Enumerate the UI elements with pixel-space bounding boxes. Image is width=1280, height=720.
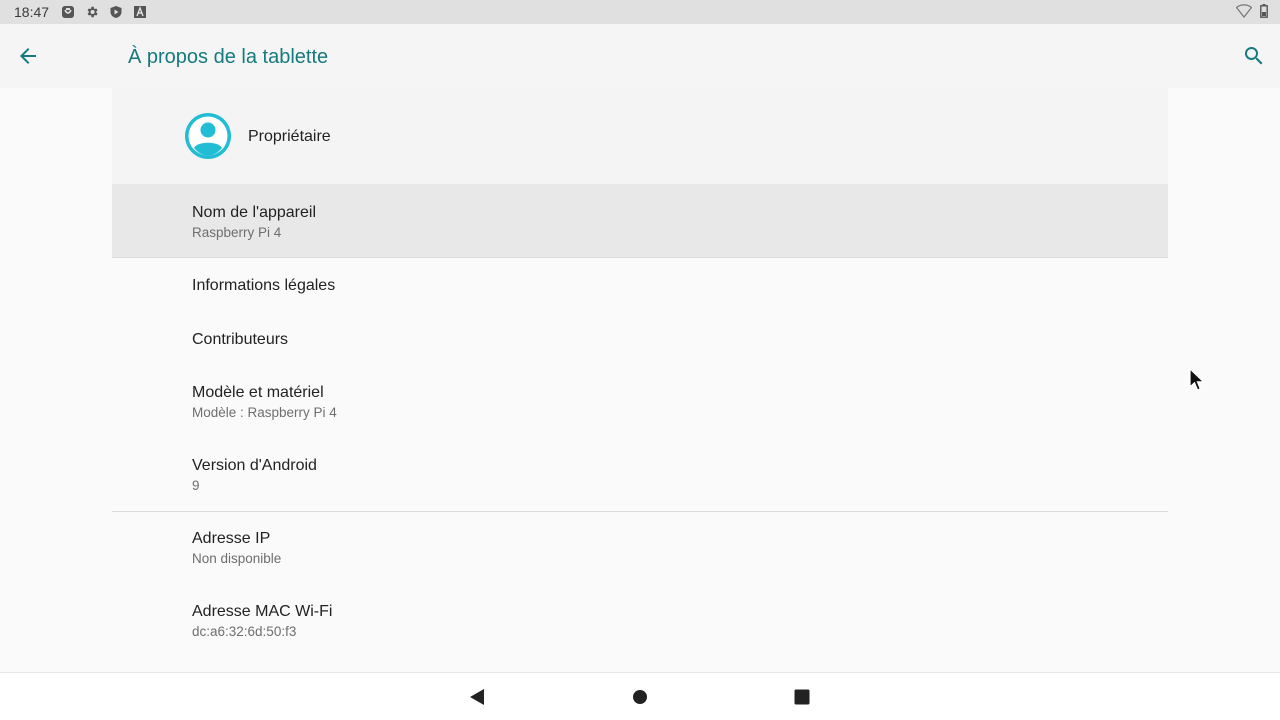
page-title: À propos de la tablette [128, 46, 329, 68]
settings-list: Propriétaire Nom de l'appareil Raspberry… [112, 88, 1168, 672]
pref-summary: Modèle : Raspberry Pi 4 [192, 405, 337, 420]
nav-recents-button[interactable] [794, 689, 810, 705]
nav-back-icon [470, 689, 484, 705]
pref-contributors[interactable]: Contributeurs [112, 312, 1168, 366]
pref-wifi-mac[interactable]: Adresse MAC Wi-Fi dc:a6:32:6d:50:f3 [112, 585, 1168, 658]
settings-icon [85, 5, 99, 19]
arrow-back-icon [20, 48, 36, 64]
notification-app-icon [61, 5, 75, 19]
avatar [184, 112, 232, 160]
nav-home-icon [633, 690, 647, 704]
app-bar: À propos de la tablette [0, 24, 1280, 88]
status-bar: 18:47 [0, 0, 1280, 24]
search-button[interactable] [1242, 44, 1266, 68]
pref-title: Version d'Android [192, 457, 317, 474]
search-icon [1245, 47, 1263, 65]
owner-row[interactable]: Propriétaire [112, 88, 1168, 184]
pref-title: Adresse IP [192, 530, 271, 547]
pref-legal-info[interactable]: Informations légales [112, 258, 1168, 312]
status-system-icons [1235, 4, 1268, 23]
account-circle-icon [185, 113, 231, 159]
pref-summary: dc:a6:32:6d:50:f3 [192, 624, 297, 639]
back-button[interactable] [16, 44, 40, 68]
play-shield-icon [109, 5, 123, 19]
pref-title: Informations légales [192, 277, 336, 294]
wifi-icon [1235, 4, 1253, 23]
keyboard-a-icon [133, 5, 147, 19]
pref-device-name[interactable]: Nom de l'appareil Raspberry Pi 4 [112, 184, 1168, 257]
status-time: 18:47 [14, 4, 50, 20]
pref-title: Modèle et matériel [192, 384, 324, 401]
mouse-cursor-icon [1189, 367, 1206, 392]
pref-ip-address[interactable]: Adresse IP Non disponible [112, 512, 1168, 585]
pref-model-hardware[interactable]: Modèle et matériel Modèle : Raspberry Pi… [112, 366, 1168, 439]
owner-label: Propriétaire [248, 128, 331, 145]
pref-title: Adresse MAC Wi-Fi [192, 603, 333, 620]
pref-summary: Non disponible [192, 551, 282, 566]
pref-summary: 9 [192, 478, 200, 493]
battery-icon [1260, 4, 1268, 23]
pref-title: Nom de l'appareil [192, 204, 317, 221]
nav-recents-icon [794, 689, 810, 705]
navigation-bar [0, 672, 1280, 720]
pref-summary: Raspberry Pi 4 [192, 225, 282, 240]
pref-title: Contributeurs [192, 331, 289, 348]
nav-home-button[interactable] [632, 689, 648, 705]
pref-android-version[interactable]: Version d'Android 9 [112, 439, 1168, 511]
status-notification-icons [61, 5, 147, 19]
nav-back-button[interactable] [469, 688, 485, 706]
